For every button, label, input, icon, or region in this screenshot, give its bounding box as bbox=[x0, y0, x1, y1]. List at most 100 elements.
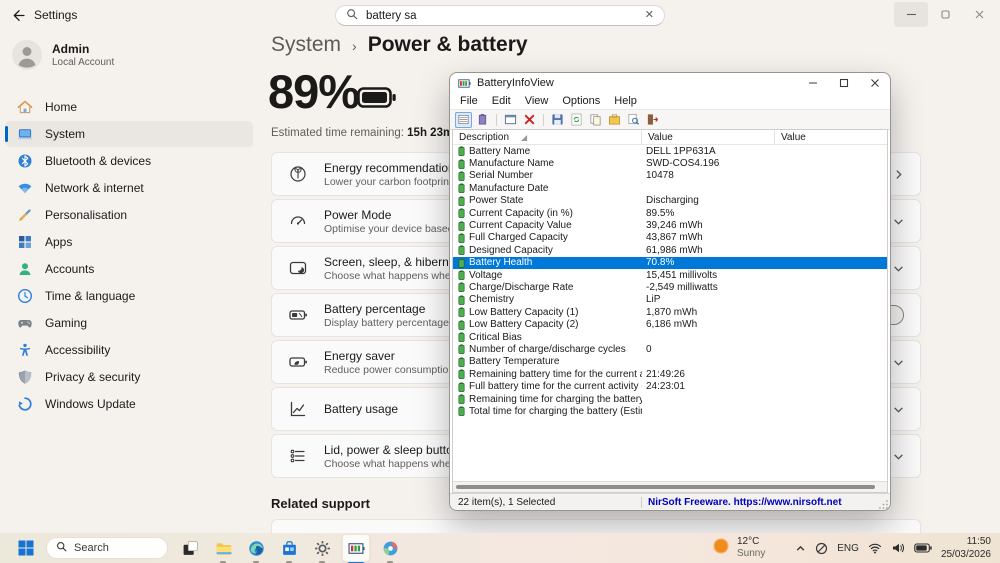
table-row[interactable]: Battery Temperature bbox=[453, 356, 887, 368]
sidebar-item-home[interactable]: Home bbox=[5, 94, 253, 120]
settings-search-input[interactable] bbox=[366, 10, 637, 22]
taskbar-app-batteryinfoview[interactable] bbox=[342, 534, 370, 562]
taskbar-app-file-explorer[interactable] bbox=[210, 535, 236, 561]
taskbar-search[interactable]: Search bbox=[46, 537, 168, 559]
taskbar-weather[interactable]: 12°CSunny bbox=[712, 533, 765, 563]
breadcrumb-system[interactable]: System bbox=[271, 33, 341, 57]
table-row[interactable]: Charge/Discharge Rate-2,549 milliwatts bbox=[453, 281, 887, 293]
table-row[interactable]: Full Charged Capacity43,867 mWh bbox=[453, 232, 887, 244]
table-row[interactable]: Battery NameDELL 1PP631A bbox=[453, 145, 887, 157]
sidebar-item-accessibility[interactable]: Accessibility bbox=[5, 337, 253, 363]
sidebar-item-privacy-security[interactable]: Privacy & security bbox=[5, 364, 253, 390]
menu-view[interactable]: View bbox=[518, 95, 556, 107]
menu-options[interactable]: Options bbox=[555, 95, 607, 107]
row-description: Total time for charging the battery (Est… bbox=[453, 406, 642, 417]
toolbar-report-view-icon[interactable] bbox=[455, 112, 472, 128]
taskbar-app-edge[interactable] bbox=[243, 535, 269, 561]
biv-horizontal-scrollbar[interactable] bbox=[453, 481, 887, 492]
table-row[interactable]: ChemistryLiP bbox=[453, 294, 887, 306]
table-row[interactable]: Remaining battery time for the current a… bbox=[453, 368, 887, 380]
biv-minimize-button[interactable] bbox=[797, 73, 828, 93]
sidebar-item-system[interactable]: System bbox=[5, 121, 253, 147]
table-row[interactable]: Low Battery Capacity (1)1,870 mWh bbox=[453, 306, 887, 318]
row-value: 70.8% bbox=[642, 257, 775, 268]
toolbar-window-props-icon[interactable] bbox=[502, 112, 519, 128]
do-not-disturb-icon[interactable] bbox=[815, 542, 828, 555]
biv-maximize-button[interactable] bbox=[828, 73, 859, 93]
sidebar-item-gaming[interactable]: Gaming bbox=[5, 310, 253, 336]
menu-help[interactable]: Help bbox=[607, 95, 644, 107]
column-header-value-2[interactable]: Value bbox=[775, 130, 887, 144]
sidebar-item-time-language[interactable]: Time & language bbox=[5, 283, 253, 309]
table-row[interactable]: Low Battery Capacity (2)6,186 mWh bbox=[453, 318, 887, 330]
maximize-button[interactable] bbox=[928, 2, 962, 27]
sidebar-item-network[interactable]: Network & internet bbox=[5, 175, 253, 201]
search-clear-icon[interactable]: ✕ bbox=[645, 10, 654, 21]
table-row[interactable]: Critical Bias bbox=[453, 331, 887, 343]
app-title: Settings bbox=[34, 8, 77, 22]
clock[interactable]: 11:5025/03/2026 bbox=[941, 535, 991, 561]
sidebar-item-label: Time & language bbox=[45, 289, 135, 303]
account-card[interactable]: Admin Local Account bbox=[12, 40, 114, 70]
sidebar-item-personalisation[interactable]: Personalisation bbox=[5, 202, 253, 228]
chevron-right-icon[interactable] bbox=[893, 169, 904, 180]
toolbar-copy-icon[interactable] bbox=[587, 112, 604, 128]
toolbar-properties-icon[interactable] bbox=[606, 112, 623, 128]
table-row[interactable]: Current Capacity (in %)89.5% bbox=[453, 207, 887, 219]
update-icon bbox=[17, 396, 33, 412]
table-row[interactable]: Current Capacity Value39,246 mWh bbox=[453, 219, 887, 231]
table-row[interactable]: Power StateDischarging bbox=[453, 195, 887, 207]
toolbar-find-icon[interactable] bbox=[625, 112, 642, 128]
wifi-icon[interactable] bbox=[868, 542, 882, 554]
sidebar-item-windows-update[interactable]: Windows Update bbox=[5, 391, 253, 417]
scrollbar-thumb[interactable] bbox=[456, 485, 875, 489]
column-header-description[interactable]: Description◢ bbox=[453, 130, 642, 144]
toolbar-delete-icon[interactable] bbox=[521, 112, 538, 128]
taskbar-app-task-view[interactable] bbox=[177, 535, 203, 561]
toolbar-exit-icon[interactable] bbox=[644, 112, 661, 128]
menu-edit[interactable]: Edit bbox=[485, 95, 518, 107]
table-row[interactable]: Number of charge/discharge cycles0 bbox=[453, 343, 887, 355]
table-row[interactable]: Remaining time for charging the battery … bbox=[453, 393, 887, 405]
chevron-down-icon[interactable] bbox=[893, 263, 904, 274]
taskbar-app-paint[interactable] bbox=[377, 535, 403, 561]
close-button[interactable] bbox=[962, 2, 996, 27]
tray-chevron-up-icon[interactable] bbox=[795, 543, 806, 554]
settings-search-box[interactable]: ✕ bbox=[335, 5, 665, 26]
resize-grip[interactable] bbox=[879, 499, 889, 509]
chevron-down-icon[interactable] bbox=[893, 216, 904, 227]
table-row[interactable]: Voltage15,451 millivolts bbox=[453, 269, 887, 281]
table-row[interactable]: Serial Number10478 bbox=[453, 170, 887, 182]
toolbar-refresh-icon[interactable] bbox=[568, 112, 585, 128]
speaker-icon[interactable] bbox=[891, 542, 905, 554]
table-row[interactable]: Manufacture Date bbox=[453, 182, 887, 194]
back-button[interactable] bbox=[10, 8, 25, 23]
chevron-down-icon[interactable] bbox=[893, 404, 904, 415]
start-button[interactable] bbox=[13, 535, 39, 561]
column-header-value[interactable]: Value bbox=[642, 130, 775, 144]
taskbar-apps bbox=[177, 534, 403, 562]
taskbar-app-microsoft-store[interactable] bbox=[276, 535, 302, 561]
table-row[interactable]: Battery Health70.8% bbox=[453, 257, 887, 269]
sidebar-item-bluetooth[interactable]: Bluetooth & devices bbox=[5, 148, 253, 174]
row-description: Remaining battery time for the current a… bbox=[453, 369, 642, 380]
chevron-down-icon[interactable] bbox=[893, 357, 904, 368]
language-indicator[interactable]: ENG bbox=[837, 543, 859, 554]
battery-tray-icon[interactable] bbox=[914, 543, 932, 553]
weather-condition: Sunny bbox=[737, 548, 765, 561]
table-row[interactable]: Total time for charging the battery (Est… bbox=[453, 405, 887, 417]
nirsoft-link[interactable]: NirSoft Freeware. https://www.nirsoft.ne… bbox=[642, 497, 842, 508]
toolbar-save-icon[interactable] bbox=[549, 112, 566, 128]
sidebar-item-apps[interactable]: Apps bbox=[5, 229, 253, 255]
biv-close-button[interactable] bbox=[859, 73, 890, 93]
minimize-button[interactable] bbox=[894, 2, 928, 27]
table-row[interactable]: Designed Capacity61,986 mWh bbox=[453, 244, 887, 256]
biv-titlebar[interactable]: BatteryInfoView bbox=[450, 73, 890, 93]
menu-file[interactable]: File bbox=[453, 95, 485, 107]
sidebar-item-accounts[interactable]: Accounts bbox=[5, 256, 253, 282]
table-row[interactable]: Manufacture NameSWD-COS4.196 bbox=[453, 157, 887, 169]
taskbar-app-settings[interactable] bbox=[309, 535, 335, 561]
chevron-down-icon[interactable] bbox=[893, 451, 904, 462]
toolbar-items-view-icon[interactable] bbox=[474, 112, 491, 128]
table-row[interactable]: Full battery time for the current activi… bbox=[453, 380, 887, 392]
